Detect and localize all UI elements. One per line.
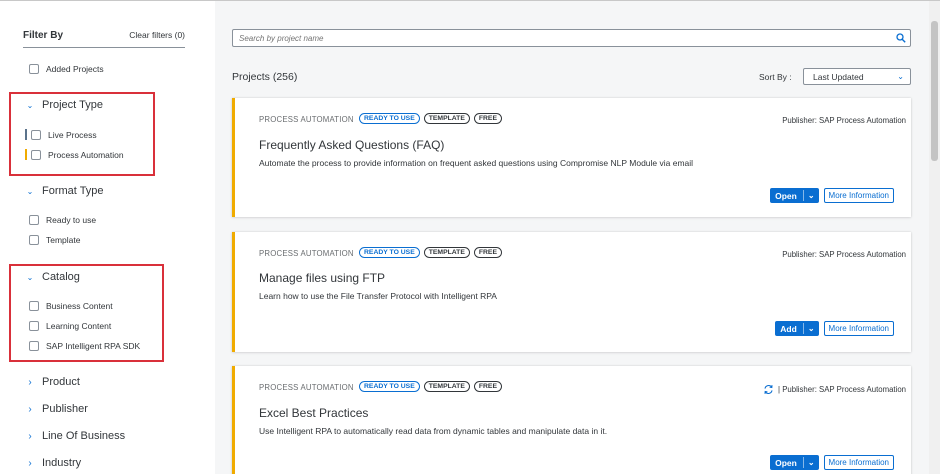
format-type-group-header[interactable]: ⌄ Format Type <box>24 185 104 197</box>
project-title[interactable]: Excel Best Practices <box>259 406 368 420</box>
open-button-label: Open <box>775 190 797 201</box>
search-icon[interactable] <box>892 30 910 46</box>
project-description: Learn how to use the File Transfer Proto… <box>259 291 497 301</box>
format-type-label: Format Type <box>42 185 104 197</box>
product-label: Product <box>42 376 80 388</box>
more-information-button[interactable]: More Information <box>823 321 894 336</box>
chevron-down-icon[interactable]: ⌄ <box>808 324 815 333</box>
scrollbar-thumb[interactable] <box>931 21 938 161</box>
badge-group: READY TO USE TEMPLATE FREE <box>359 381 503 392</box>
badge-ready-to-use: READY TO USE <box>359 113 420 124</box>
button-separator <box>802 457 804 468</box>
filter-sidebar: Filter By Clear filters (0) Added Projec… <box>0 1 215 474</box>
chevron-right-icon: › <box>28 457 32 469</box>
sort-by-label: Sort By : <box>759 72 792 82</box>
badge-template: TEMPLATE <box>423 247 470 258</box>
search-input[interactable] <box>239 33 892 43</box>
added-projects-filter[interactable]: Added Projects <box>29 64 104 74</box>
open-button[interactable]: Open ⌄ <box>770 188 819 203</box>
ready-to-use-label: Ready to use <box>46 215 97 225</box>
publisher-value: Publisher: SAP Process Automation <box>782 250 906 259</box>
project-type-highlight-box <box>9 92 155 176</box>
badge-ready-to-use: READY TO USE <box>359 247 420 258</box>
chevron-right-icon: › <box>28 430 32 442</box>
badge-ready-to-use: READY TO USE <box>359 381 420 392</box>
card-actions: Open ⌄ More Information <box>770 188 894 203</box>
project-title[interactable]: Frequently Asked Questions (FAQ) <box>259 138 444 152</box>
project-category: PROCESS AUTOMATION <box>259 249 354 258</box>
more-information-button[interactable]: More Information <box>823 188 894 203</box>
project-title[interactable]: Manage files using FTP <box>259 271 385 285</box>
add-button-label: Add <box>780 323 797 334</box>
projects-count-title: Projects (256) <box>232 71 298 83</box>
chevron-right-icon: › <box>28 403 32 415</box>
open-button[interactable]: Open ⌄ <box>770 455 819 470</box>
badge-free: FREE <box>473 113 503 124</box>
industry-group-header[interactable]: › Industry <box>24 457 81 469</box>
chevron-down-icon[interactable]: ⌄ <box>808 191 815 200</box>
industry-label: Industry <box>42 457 82 469</box>
sort-by-select[interactable]: Last Updated ⌄ <box>803 68 911 85</box>
badge-group: READY TO USE TEMPLATE FREE <box>359 247 503 258</box>
chevron-down-icon: ⌄ <box>26 186 34 196</box>
template-label: Template <box>46 235 81 245</box>
chevron-right-icon: › <box>28 376 32 388</box>
badge-group: READY TO USE TEMPLATE FREE <box>359 113 503 124</box>
card-actions: Open ⌄ More Information <box>770 455 894 470</box>
publisher-value: Publisher: SAP Process Automation <box>782 116 906 125</box>
publisher-text: Publisher: SAP Process Automation <box>782 250 906 259</box>
chevron-down-icon: ⌄ <box>897 72 904 81</box>
product-group-header[interactable]: › Product <box>24 376 80 388</box>
clear-filters-link[interactable]: Clear filters (0) <box>129 30 185 40</box>
catalog-highlight-box <box>9 264 164 362</box>
line-of-business-label: Line Of Business <box>42 430 126 442</box>
filter-title: Filter By <box>23 30 64 41</box>
badge-free: FREE <box>473 381 503 392</box>
publisher-text: | Publisher: SAP Process Automation <box>763 384 906 395</box>
search-bar <box>232 29 911 47</box>
badge-free: FREE <box>473 247 503 258</box>
checkbox[interactable] <box>29 64 39 74</box>
added-projects-label: Added Projects <box>46 64 104 74</box>
publisher-label: Publisher <box>42 403 88 415</box>
more-information-button[interactable]: More Information <box>823 455 894 470</box>
project-card[interactable]: PROCESS AUTOMATION READY TO USE TEMPLATE… <box>232 366 911 474</box>
checkbox[interactable] <box>29 235 39 245</box>
line-of-business-group-header[interactable]: › Line Of Business <box>24 430 125 442</box>
project-card[interactable]: PROCESS AUTOMATION READY TO USE TEMPLATE… <box>232 232 911 352</box>
project-card[interactable]: PROCESS AUTOMATION READY TO USE TEMPLATE… <box>232 98 911 217</box>
filter-ready-to-use[interactable]: Ready to use <box>29 215 96 225</box>
badge-template: TEMPLATE <box>423 381 470 392</box>
project-description: Use Intelligent RPA to automatically rea… <box>259 426 608 436</box>
refresh-icon[interactable] <box>763 384 774 395</box>
project-description: Automate the process to provide informat… <box>259 158 694 168</box>
button-separator <box>802 323 804 334</box>
publisher-text: Publisher: SAP Process Automation <box>782 116 906 125</box>
button-separator <box>802 190 804 201</box>
publisher-value: | Publisher: SAP Process Automation <box>778 385 906 394</box>
filter-template[interactable]: Template <box>29 235 81 245</box>
project-category: PROCESS AUTOMATION <box>259 115 354 124</box>
filter-header: Filter By Clear filters (0) <box>23 30 185 48</box>
open-button-label: Open <box>775 457 797 468</box>
card-actions: Add ⌄ More Information <box>775 321 894 336</box>
badge-template: TEMPLATE <box>423 113 470 124</box>
project-category: PROCESS AUTOMATION <box>259 383 354 392</box>
chevron-down-icon[interactable]: ⌄ <box>808 458 815 467</box>
publisher-group-header[interactable]: › Publisher <box>24 403 88 415</box>
checkbox[interactable] <box>29 215 39 225</box>
sort-selected-value: Last Updated <box>813 71 864 82</box>
add-button[interactable]: Add ⌄ <box>775 321 819 336</box>
